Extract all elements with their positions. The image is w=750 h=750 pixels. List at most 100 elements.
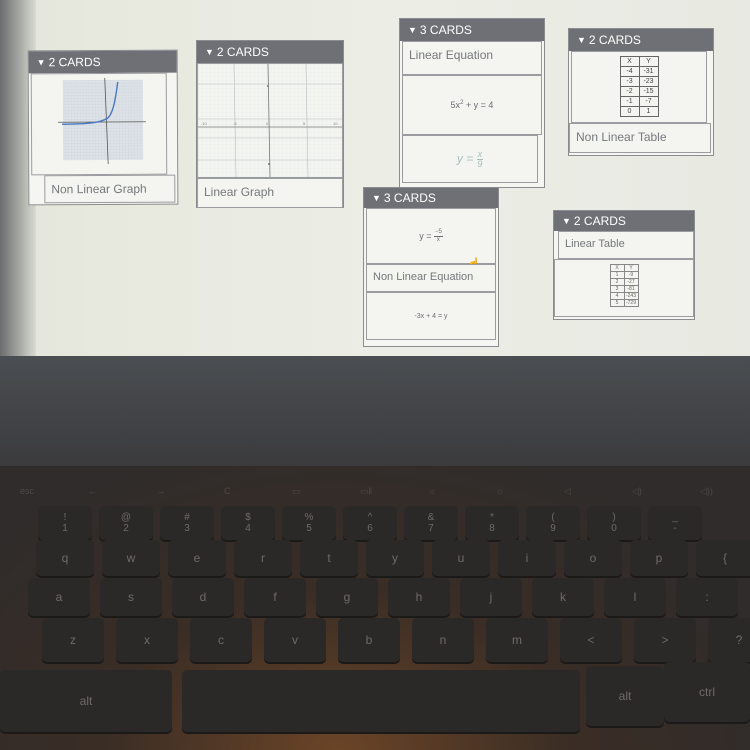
table-cell: 1 [638,106,659,117]
table-card[interactable]: X Y 1 -9 2 -27 3 -81 4 -243 5 -729 [554,259,694,317]
equation-card[interactable]: y = x9 [402,135,538,183]
key-{[interactable]: { [696,540,750,576]
collapse-triangle-icon[interactable]: ▼ [372,188,381,208]
key-left-alt[interactable]: alt [0,670,172,732]
key-v[interactable]: v [264,618,326,662]
key-t[interactable]: t [300,540,358,576]
label-card[interactable]: Non Linear Graph [44,174,176,204]
card-group-non-linear-graph[interactable]: ▼ 2 CARDS Non Linear Graph [27,49,179,206]
key-?[interactable]: ? [708,618,750,662]
label-card[interactable]: Linear Equation [402,41,542,75]
key->[interactable]: > [634,618,696,662]
key-1[interactable]: ! 1 [38,506,92,540]
function-key[interactable]: ▭ [292,486,301,497]
function-key[interactable]: → [156,486,165,496]
equation-card[interactable]: -3x + 4 = y [366,292,496,340]
key-7[interactable]: & 7 [404,506,458,540]
key-o[interactable]: o [564,540,622,576]
key-s[interactable]: s [100,578,162,616]
equation-card[interactable]: y = −5x ☝ [366,208,496,270]
key-l[interactable]: l [604,578,666,616]
key-<[interactable]: < [560,618,622,662]
key-w[interactable]: w [102,540,160,576]
key-3[interactable]: #3 [160,506,214,540]
key-y[interactable]: y [366,540,424,576]
card-group-linear-graph[interactable]: ▼ 2 CARDS -10 -5 0 5 10 Linear Graph [196,40,344,208]
linear-graph: -10 -5 0 5 10 [198,63,342,178]
key--[interactable]: _ - [648,506,702,540]
equation-card[interactable]: 5x2 + y = 4 [402,75,542,135]
key-:[interactable]: : [676,578,738,616]
key-k[interactable]: k [532,578,594,616]
key-n[interactable]: n [412,618,474,662]
key-r[interactable]: r [234,540,292,576]
table-card[interactable]: X Y -4 -31 -3 -23 -2 -15 -1 -7 0 1 [571,51,707,123]
column-header: Y [638,56,659,67]
key-x[interactable]: x [116,618,178,662]
function-key[interactable]: ☼ [428,486,436,496]
function-key[interactable]: ◁) [632,486,642,497]
key-g[interactable]: g [316,578,378,616]
key-f[interactable]: f [244,578,306,616]
group-header[interactable]: ▼ 2 CARDS [28,50,177,74]
collapse-triangle-icon[interactable]: ▼ [562,211,571,231]
graph-card[interactable] [30,72,168,176]
key-space[interactable] [182,670,580,732]
collapse-triangle-icon[interactable]: ▼ [408,19,417,41]
function-key[interactable]: ◁)) [700,486,713,497]
graph-card[interactable]: -10 -5 0 5 10 [197,63,343,178]
card-label: Linear Equation [409,48,494,62]
table-cell: -1 [619,96,640,107]
card-group-linear-equation[interactable]: ▼ 3 CARDS Linear Equation 5x2 + y = 4 y =… [399,18,545,188]
key-9[interactable]: (9 [526,506,580,540]
key-z[interactable]: z [42,618,104,662]
card-group-linear-table[interactable]: ▼ 2 CARDS Linear Table X Y 1 -9 2 -27 3 -81 4 -243… [553,210,695,320]
key-6[interactable]: ^ 6 [343,506,397,540]
collapse-triangle-icon[interactable]: ▼ [577,29,586,51]
key-5[interactable]: % 5 [282,506,336,540]
key-u[interactable]: u [432,540,490,576]
collapse-triangle-icon[interactable]: ▼ [37,51,46,73]
key-h[interactable]: h [388,578,450,616]
card-group-non-linear-table[interactable]: ▼ 2 CARDS X Y -4 -31 -3 -23 -2 -15 -1 -7 0 1 Non Lin… [568,28,714,156]
table-cell: -81 [623,285,639,293]
function-key[interactable]: ▭‖ [360,486,372,497]
function-key[interactable]: ← [88,486,97,496]
function-key[interactable]: ◁ [564,486,571,497]
collapse-triangle-icon[interactable]: ▼ [205,41,214,63]
key-4[interactable]: $4 [221,506,275,540]
key-right-ctrl[interactable]: ctrl [664,662,750,722]
key-p[interactable]: p [630,540,688,576]
label-card[interactable]: Non Linear Equation [366,264,496,292]
key-2[interactable]: @2 [99,506,153,540]
key-j[interactable]: j [460,578,522,616]
key-label: s [128,590,134,604]
function-key[interactable]: ☼ [496,486,504,496]
key-i[interactable]: i [498,540,556,576]
table-cell: 1 [609,271,625,279]
key-8[interactable]: * 8 [465,506,519,540]
key-d[interactable]: d [172,578,234,616]
key-a[interactable]: a [28,578,90,616]
key-b[interactable]: b [338,618,400,662]
group-header[interactable]: ▼ 3 CARDS [400,19,544,41]
key-c[interactable]: c [190,618,252,662]
function-key[interactable]: C [224,486,231,496]
key-label: u [457,551,465,565]
group-header[interactable]: ▼ 2 CARDS [569,29,713,51]
label-card[interactable]: Linear Table [558,231,694,259]
group-header[interactable]: ▼ 2 CARDS [197,41,343,63]
key-q[interactable]: q [36,540,94,576]
table-row: -3 -23 [619,76,659,87]
key-right-alt[interactable]: alt [586,666,664,726]
card-group-non-linear-equation[interactable]: ▼3 CARDS y = −5x ☝ Non Linear Equation -… [363,187,499,347]
label-card[interactable]: Non Linear Table [569,123,711,153]
group-header[interactable]: ▼ 2 CARDS [554,211,694,231]
group-header[interactable]: ▼ 3 CARDS [364,188,498,208]
label-card[interactable]: Linear Graph [197,178,343,208]
key-0[interactable]: ) 0 [587,506,641,540]
key-e[interactable]: e [168,540,226,576]
x-tick-label: -10 [201,121,208,126]
key-m[interactable]: m [486,618,548,662]
function-key[interactable]: esc [20,486,34,496]
